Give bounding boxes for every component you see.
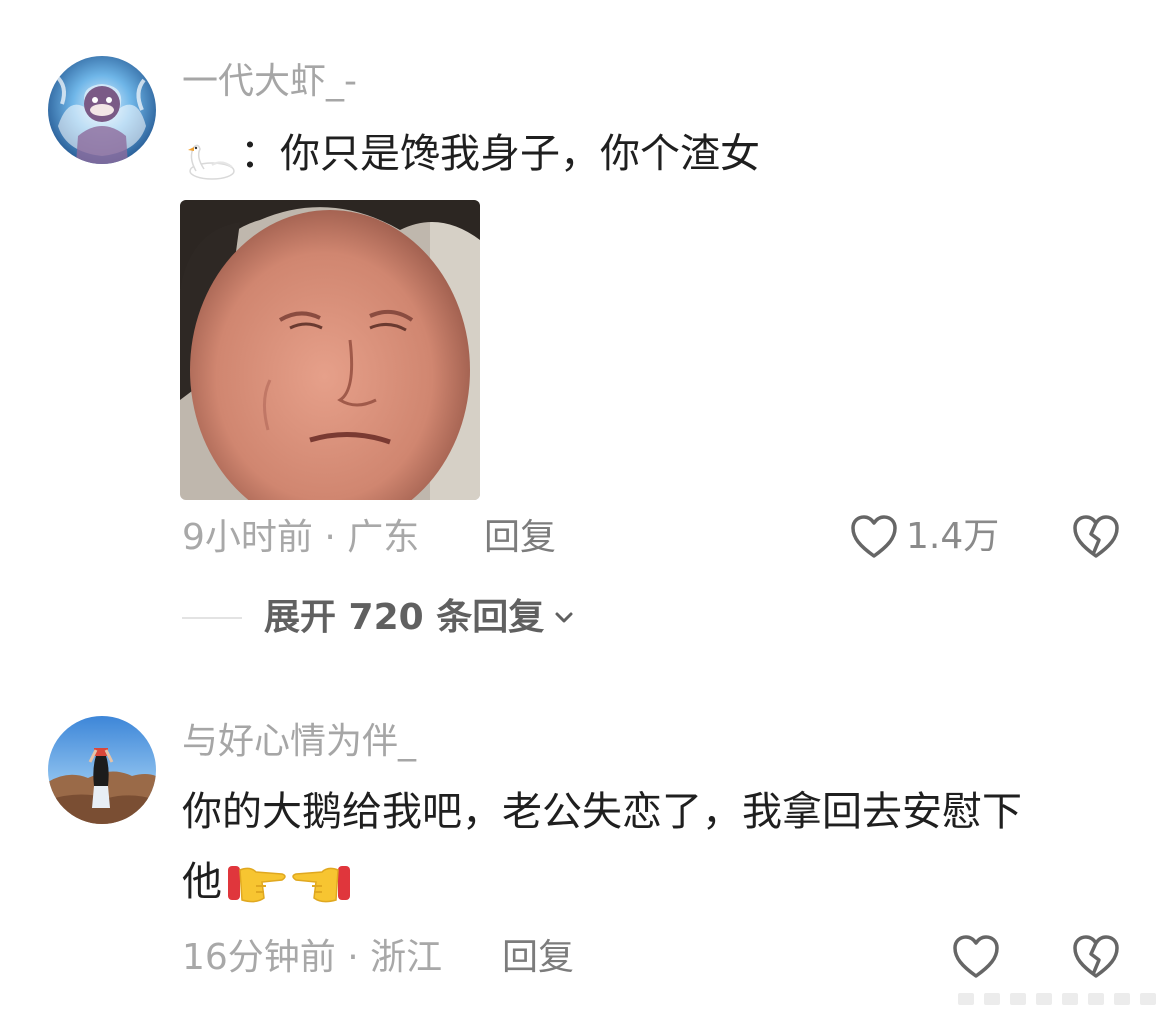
pointing-right-icon: [226, 854, 288, 910]
comment-2: 与好心情为伴_ 你的大鹅给我吧，老公失恋了，我拿回去安慰下 他 16分钟前 · …: [0, 0, 1170, 1021]
like-button[interactable]: [952, 934, 1000, 980]
avatar[interactable]: [48, 716, 156, 824]
watermark-mark: [1114, 993, 1130, 1005]
watermark-mark: [984, 993, 1000, 1005]
watermark-mark: [1140, 993, 1156, 1005]
watermark-mark: [1036, 993, 1052, 1005]
watermark: [958, 993, 1156, 1005]
watermark-mark: [958, 993, 974, 1005]
heart-icon: [952, 935, 1000, 984]
broken-heart-icon: [1072, 935, 1120, 984]
comment-text-line-1: 你的大鹅给我吧，老公失恋了，我拿回去安慰下: [182, 789, 1022, 835]
pointing-left-icon: [290, 854, 352, 910]
watermark-mark: [1062, 993, 1078, 1005]
reply-button[interactable]: 回复: [502, 936, 574, 980]
watermark-mark: [1088, 993, 1104, 1005]
avatar-image: [48, 716, 156, 824]
comment-text-line-2: 他: [182, 848, 352, 916]
watermark-mark: [1010, 993, 1026, 1005]
dislike-button[interactable]: [1072, 934, 1120, 980]
username[interactable]: 与好心情为伴_: [182, 720, 416, 764]
comment-time-location: 16分钟前 · 浙江: [182, 937, 443, 978]
comment-text-line-2-text: 他: [182, 859, 222, 905]
